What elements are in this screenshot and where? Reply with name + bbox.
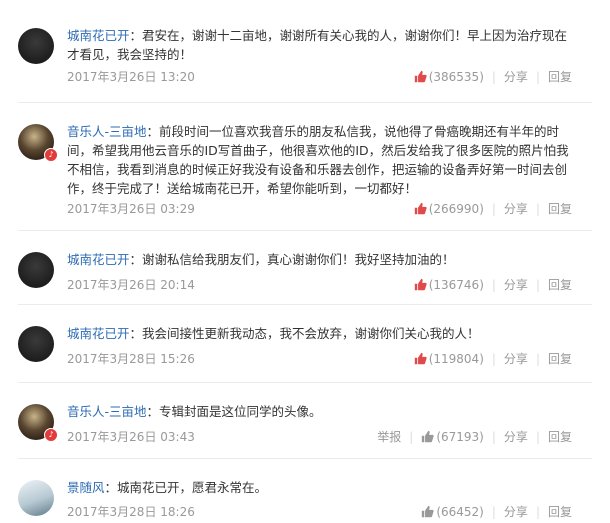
comment-body: 城南花已开：君安在，谢谢十二亩地，谢谢所有关心我的人，谢谢你们！早上因为治疗现在… (67, 26, 572, 64)
divider: | (409, 429, 414, 444)
comment-text: 君安在，谢谢十二亩地，谢谢所有关心我的人，谢谢你们！早上因为治疗现在才看见，我会… (67, 28, 568, 62)
like-count: (66452) (436, 504, 484, 519)
comment-body: 城南花已开：谢谢私信给我朋友们，真心谢谢你们！我好坚持加油的！ (67, 250, 572, 269)
divider: | (535, 201, 540, 216)
colon: ： (129, 252, 143, 267)
share-button[interactable]: 分享 (504, 200, 528, 217)
comment-actions: (266990) | 分享 | 回复 (414, 200, 572, 217)
comment-body: 音乐人-三亩地：专辑封面是这位同学的头像。 (67, 402, 572, 421)
share-button[interactable]: 分享 (504, 68, 528, 85)
username-link[interactable]: 城南花已开 (67, 252, 130, 267)
divider: | (491, 429, 496, 444)
like-button[interactable]: (66452) (421, 505, 484, 519)
share-button[interactable]: 分享 (504, 276, 528, 293)
avatar[interactable] (18, 480, 54, 516)
comment-text: 谢谢私信给我朋友们，真心谢谢你们！我好坚持加油的！ (142, 252, 455, 267)
comment-meta: 2017年3月26日 20:14 (136746) | 分享 | 回复 (67, 276, 572, 293)
separator-line (18, 458, 592, 459)
comment-date: 2017年3月26日 03:29 (67, 202, 195, 216)
reply-button[interactable]: 回复 (548, 68, 572, 85)
username-link[interactable]: 城南花已开 (67, 326, 130, 341)
divider: | (491, 277, 496, 292)
comment-date: 2017年3月28日 15:26 (67, 352, 195, 366)
reply-button[interactable]: 回复 (548, 428, 572, 445)
comment-text: 城南花已开，愿君永常在。 (117, 480, 268, 495)
share-button[interactable]: 分享 (504, 428, 528, 445)
comment-meta: 2017年3月28日 18:26 (66452) | 分享 | 回复 (67, 503, 572, 520)
colon: ： (146, 404, 160, 419)
colon: ： (129, 326, 143, 341)
comment-actions: (119804) | 分享 | 回复 (414, 350, 572, 367)
divider: | (491, 69, 496, 84)
share-button[interactable]: 分享 (504, 350, 528, 367)
separator-line (18, 304, 592, 305)
comment-body: 城南花已开：我会间接性更新我动态，我不会放弃，谢谢你们关心我的人！ (67, 324, 572, 343)
reply-button[interactable]: 回复 (548, 200, 572, 217)
comment-actions: (386535) | 分享 | 回复 (414, 68, 572, 85)
like-count: (386535) (428, 69, 484, 84)
comment-actions: 举报 | (67193) | 分享 | 回复 (377, 428, 572, 445)
reply-button[interactable]: 回复 (548, 276, 572, 293)
verified-musician-icon: ♪ (44, 428, 58, 442)
avatar[interactable] (18, 252, 54, 288)
like-button[interactable]: (266990) (414, 202, 484, 216)
username-link[interactable]: 城南花已开 (67, 28, 130, 43)
thumb-up-icon (422, 505, 434, 517)
like-count: (67193) (436, 429, 484, 444)
share-button[interactable]: 分享 (504, 503, 528, 520)
comment-date: 2017年3月28日 18:26 (67, 505, 195, 519)
avatar[interactable] (18, 326, 54, 362)
avatar[interactable] (18, 28, 54, 64)
comment-actions: (66452) | 分享 | 回复 (421, 503, 572, 520)
comment-body: 景随风：城南花已开，愿君永常在。 (67, 478, 572, 497)
separator-line (18, 102, 592, 103)
thumb-up-icon (414, 70, 427, 82)
username-link[interactable]: 景随风 (67, 480, 105, 495)
divider: | (491, 504, 496, 519)
username-link[interactable]: 音乐人-三亩地 (67, 124, 147, 139)
divider: | (491, 201, 496, 216)
like-count: (136746) (428, 277, 484, 292)
like-button[interactable]: (136746) (414, 278, 484, 292)
comment-meta: 2017年3月26日 03:43 举报 | (67193) | 分享 | 回复 (67, 428, 572, 445)
like-button[interactable]: (67193) (421, 430, 484, 444)
like-button[interactable]: (386535) (414, 70, 484, 84)
comment-text: 专辑封面是这位同学的头像。 (159, 404, 322, 419)
like-button[interactable]: (119804) (414, 352, 484, 366)
report-button[interactable]: 举报 (377, 428, 401, 445)
divider: | (535, 69, 540, 84)
divider: | (535, 504, 540, 519)
divider: | (535, 277, 540, 292)
like-count: (266990) (428, 201, 484, 216)
separator-line (18, 230, 592, 231)
thumb-up-icon (422, 430, 434, 442)
thumb-up-icon (414, 202, 427, 214)
thumb-up-icon (414, 278, 427, 290)
divider: | (491, 351, 496, 366)
comment-meta: 2017年3月26日 03:29 (266990) | 分享 | 回复 (67, 200, 572, 217)
like-count: (119804) (428, 351, 484, 366)
colon: ： (129, 28, 143, 43)
colon: ： (146, 124, 160, 139)
comment-body: 音乐人-三亩地：前段时间一位喜欢我音乐的朋友私信我，说他得了骨癌晚期还有半年的时… (67, 122, 572, 198)
verified-musician-icon: ♪ (44, 148, 58, 162)
comment-date: 2017年3月26日 20:14 (67, 278, 195, 292)
comment-text: 我会间接性更新我动态，我不会放弃，谢谢你们关心我的人！ (142, 326, 480, 341)
reply-button[interactable]: 回复 (548, 350, 572, 367)
reply-button[interactable]: 回复 (548, 503, 572, 520)
comment-meta: 2017年3月28日 15:26 (119804) | 分享 | 回复 (67, 350, 572, 367)
colon: ： (104, 480, 118, 495)
divider: | (535, 351, 540, 366)
username-link[interactable]: 音乐人-三亩地 (67, 404, 147, 419)
separator-line (18, 382, 592, 383)
comment-date: 2017年3月26日 03:43 (67, 430, 195, 444)
comment-meta: 2017年3月26日 13:20 (386535) | 分享 | 回复 (67, 68, 572, 85)
comment-date: 2017年3月26日 13:20 (67, 70, 195, 84)
comment-actions: (136746) | 分享 | 回复 (414, 276, 572, 293)
thumb-up-icon (414, 352, 427, 364)
divider: | (535, 429, 540, 444)
